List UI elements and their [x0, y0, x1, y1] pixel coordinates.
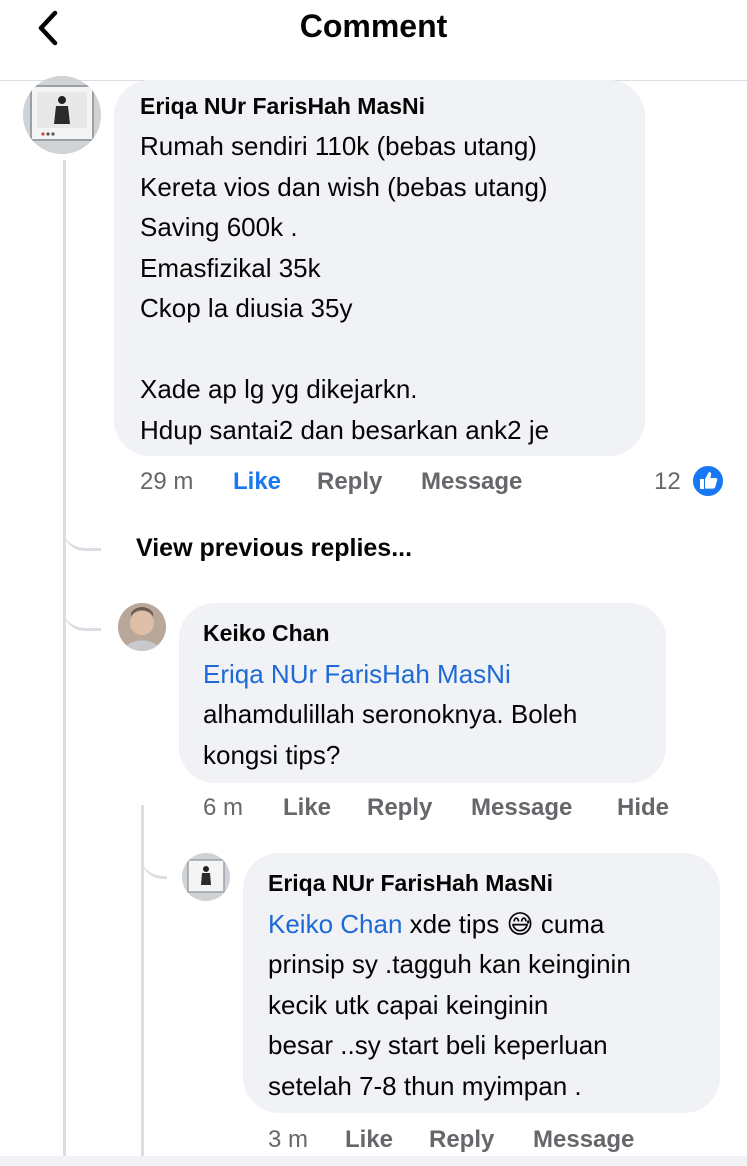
message-button[interactable]: Message	[421, 468, 522, 496]
reaction-count[interactable]: 12	[654, 468, 681, 496]
comment-time: 29 m	[140, 468, 194, 495]
profile-photo-icon	[182, 853, 230, 901]
message-button[interactable]: Message	[471, 794, 572, 822]
reply-text-segment: xde tips	[402, 909, 507, 939]
avatar[interactable]	[23, 76, 101, 154]
reply-mention[interactable]: Eriqa NUr FarisHah MasNi	[203, 654, 653, 695]
comment-text: Rumah sendiri 110k (bebas utang) Kereta …	[140, 131, 550, 445]
avatar[interactable]	[182, 853, 230, 901]
mention-link[interactable]: Keiko Chan	[268, 909, 402, 939]
reply-text-segment: cuma	[533, 909, 605, 939]
emoji-sweat-smile-icon: 😅	[506, 909, 534, 939]
thread-line-main	[63, 160, 66, 1160]
page-title: Comment	[299, 8, 448, 44]
reply-button[interactable]: Reply	[317, 468, 382, 496]
reply-time: 3 m	[268, 1126, 309, 1153]
thread-connector-view-previous	[63, 506, 101, 551]
hide-button[interactable]: Hide	[617, 794, 669, 822]
reply-author[interactable]: Keiko Chan	[203, 620, 330, 647]
avatar[interactable]	[118, 603, 166, 651]
comment-author[interactable]: Eriqa NUr FarisHah MasNi	[140, 93, 425, 120]
header-bar: Comment	[0, 0, 747, 81]
reply-button[interactable]: Reply	[429, 1126, 494, 1154]
like-button[interactable]: Like	[345, 1126, 393, 1154]
bottom-edge	[0, 1156, 747, 1166]
thread-connector-reply-1	[63, 586, 101, 631]
like-button[interactable]: Like	[233, 468, 281, 496]
reply-text: prinsip sy .tagguh kan keinginin kecik u…	[268, 949, 631, 1101]
view-previous-replies-link[interactable]: View previous replies...	[136, 534, 412, 563]
thread-connector-reply-2	[141, 840, 167, 879]
profile-photo-icon	[118, 603, 166, 651]
reply-text: alhamdulillah seronoknya. Boleh kongsi t…	[203, 699, 578, 770]
reply-button[interactable]: Reply	[367, 794, 432, 822]
reply-text-first-line: Keiko Chan xde tips 😅 cuma	[268, 904, 708, 945]
reply-time: 6 m	[203, 794, 244, 821]
reply-author[interactable]: Eriqa NUr FarisHah MasNi	[268, 870, 553, 897]
mention-link[interactable]: Eriqa NUr FarisHah MasNi	[203, 659, 511, 689]
like-reaction-icon[interactable]	[691, 464, 725, 498]
like-button[interactable]: Like	[283, 794, 331, 822]
profile-photo-icon	[23, 76, 101, 154]
message-button[interactable]: Message	[533, 1126, 634, 1154]
